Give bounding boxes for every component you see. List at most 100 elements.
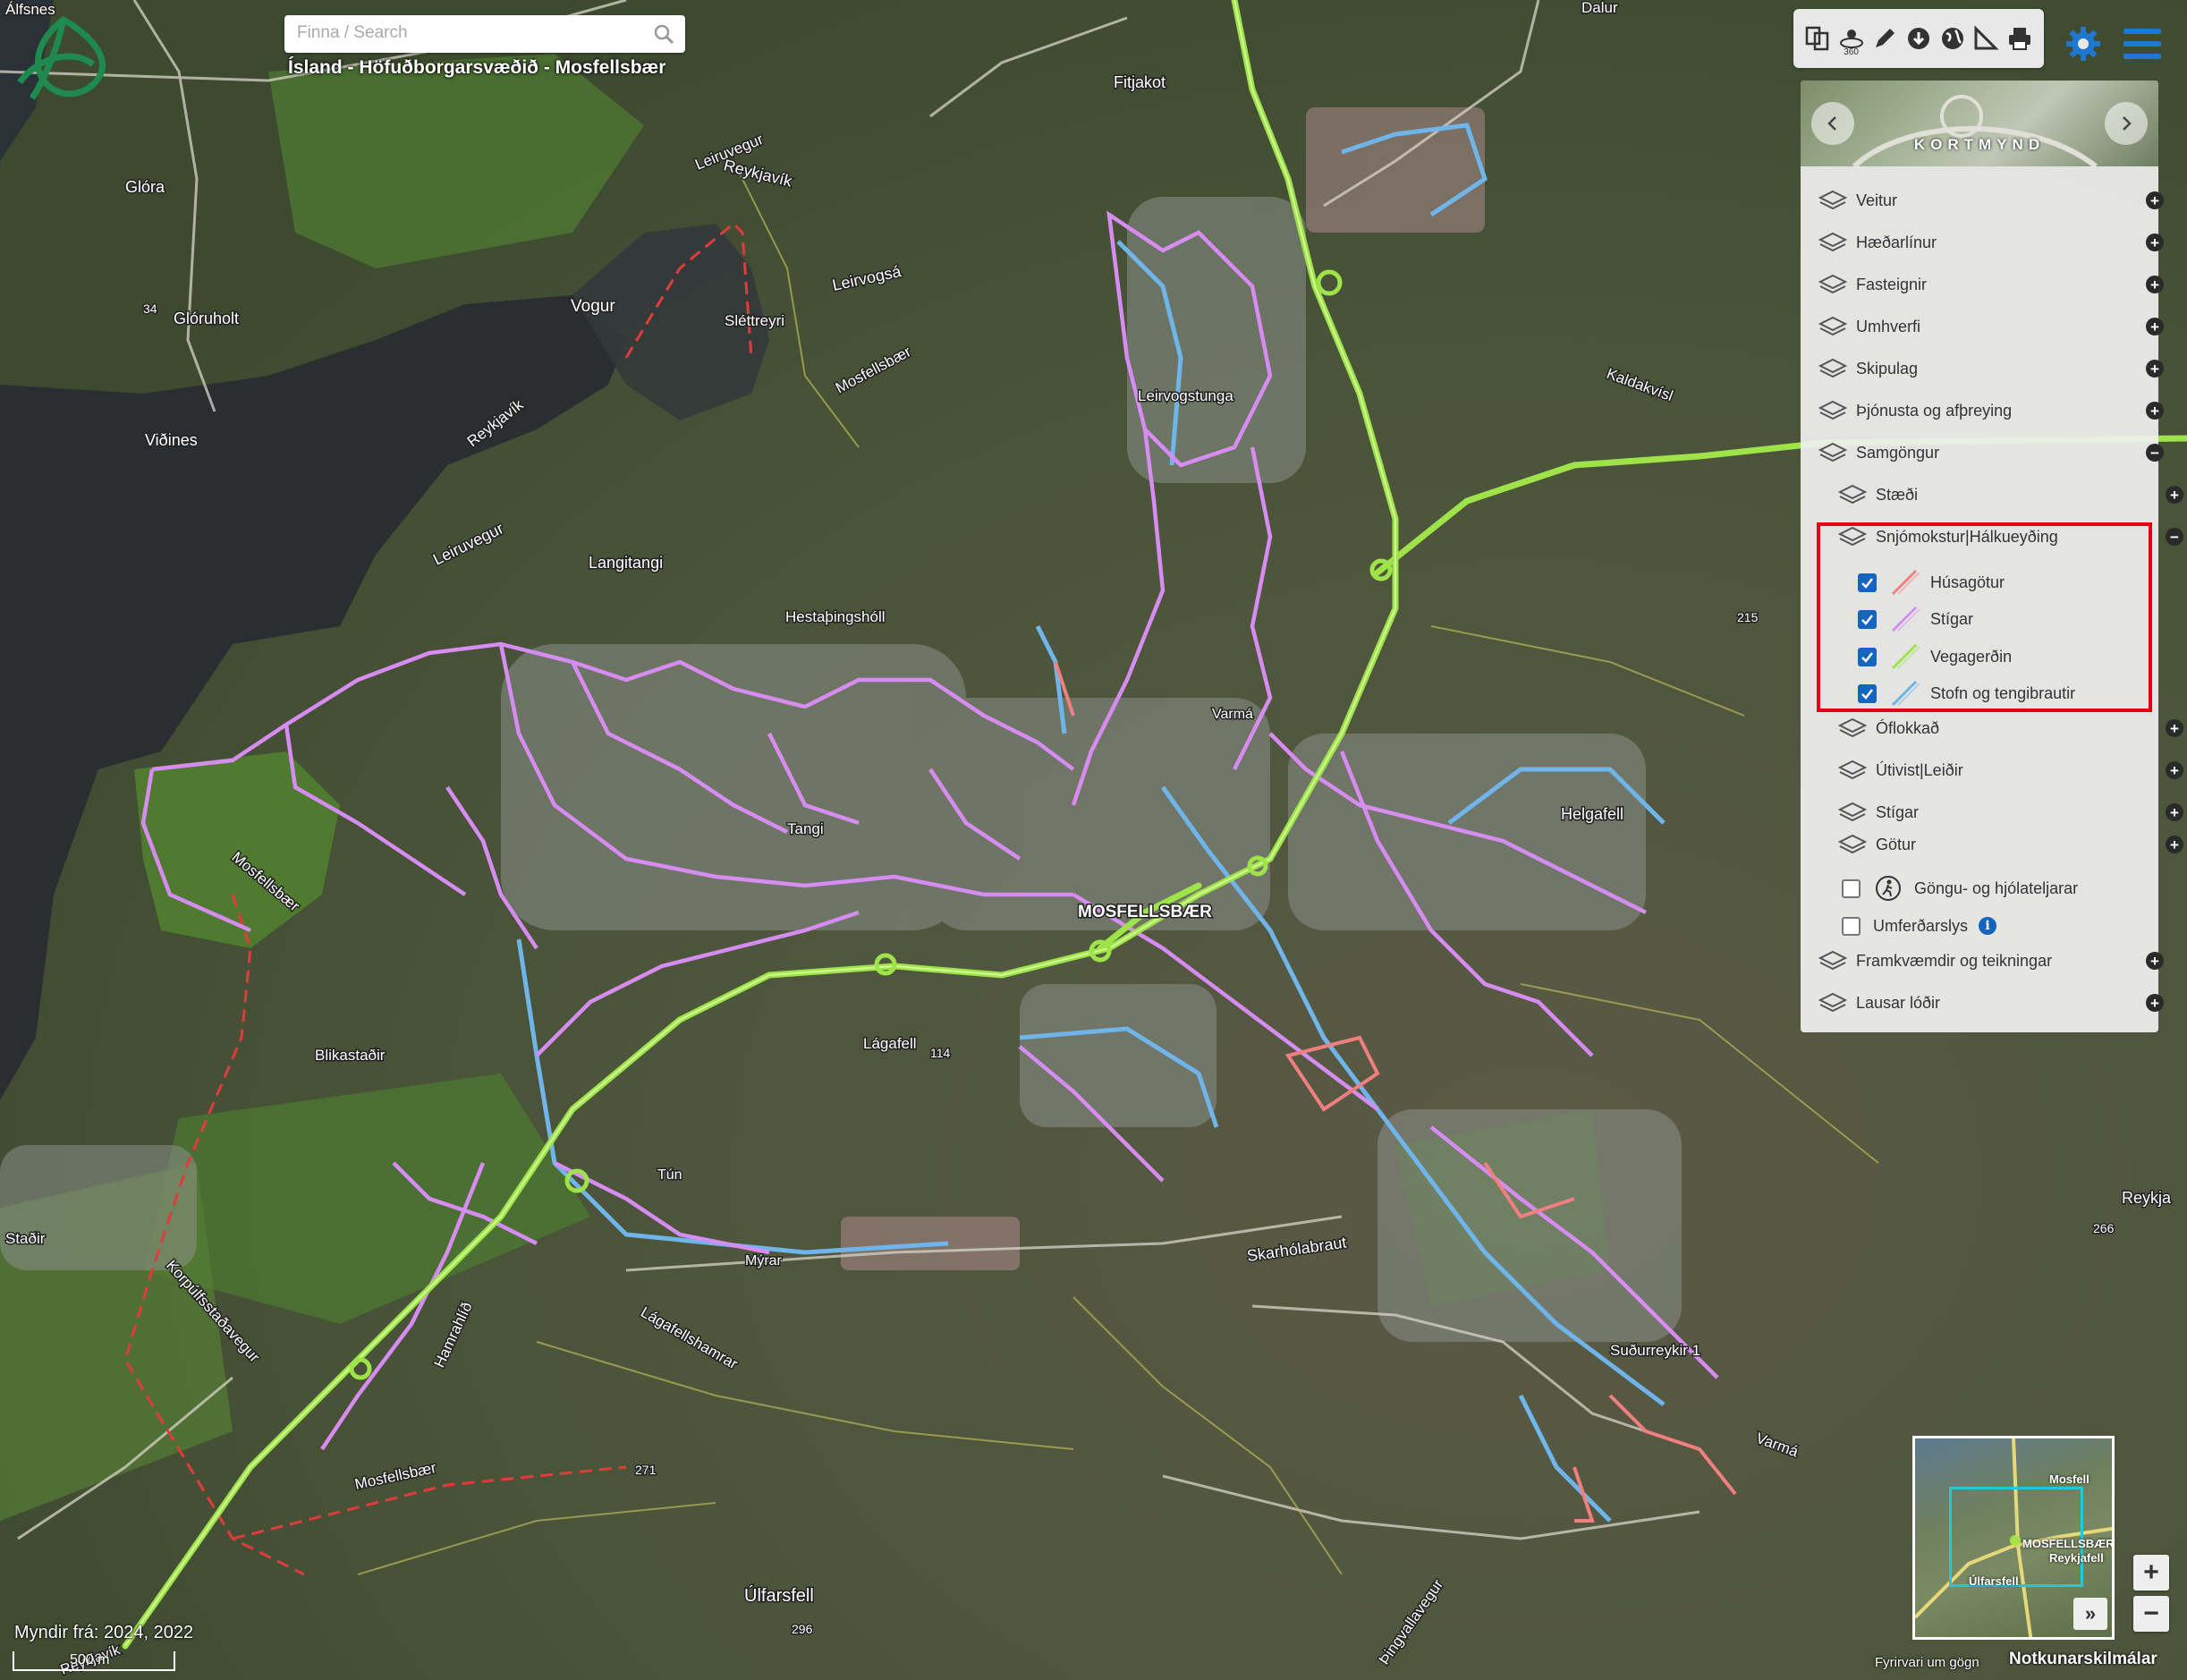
map-label: Hestaþingshóll [785,608,886,625]
hamburger-menu-icon[interactable] [2122,25,2163,63]
map-label: Tún [657,1167,682,1183]
elevation-label: 34 [143,301,157,316]
layer-framkvaemdir[interactable]: Framkvæmdir og teikningar + [1801,945,2176,977]
measure-icon [1974,25,1999,50]
expand-icon[interactable]: + [2166,836,2183,853]
minimap-label: Mosfell [2049,1472,2090,1486]
map-label: Helgafell [1561,805,1623,823]
elevation-label: 296 [792,1622,813,1636]
compare-button[interactable] [1802,21,1833,55]
layer-umferdarslys[interactable]: Umferðarslys i [1842,911,2146,941]
layers-icon [1818,316,1847,336]
expand-icon[interactable]: + [2166,719,2183,737]
layer-staedi[interactable]: Stæði + [1801,479,2187,511]
chevron-right-icon [2123,116,2132,131]
layer-utivist[interactable]: Útivist|Leiðir + [1801,754,2187,786]
360-view-button[interactable]: 360 [1836,21,1867,57]
layers-icon [1818,232,1847,252]
line-swatch-icon [1891,643,1920,670]
layer-haedarlinur[interactable]: Hæðarlínur + [1801,226,2176,259]
elevation-label: 215 [1737,610,1759,624]
expand-icon[interactable]: + [2146,318,2164,335]
terms-link[interactable]: Notkunarskilmálar [2009,1650,2157,1669]
checkbox[interactable] [1842,916,1861,936]
collapse-icon[interactable]: − [2146,444,2164,462]
layers-icon [1838,484,1867,505]
checkbox[interactable] [1858,573,1877,592]
draw-button[interactable] [1869,21,1900,55]
search-input[interactable] [284,15,649,51]
layers-icon [1838,759,1867,780]
map-label: Fitjakot [1114,73,1166,91]
layer-oflokkad[interactable]: Óflokkað + [1801,712,2187,744]
expand-icon[interactable]: + [2166,803,2183,821]
map-label: Varmá [1212,707,1253,722]
expand-icon[interactable]: + [2146,233,2164,251]
snow-layer-stigar[interactable]: Stígar [1858,604,2126,634]
map-label: Reykja [2122,1189,2172,1207]
layer-umhverfi[interactable]: Umhverfi + [1801,310,2176,343]
expand-icon[interactable]: + [2146,360,2164,378]
zoom-in-button[interactable]: + [2133,1555,2169,1591]
layer-snjomokstur[interactable]: Snjómokstur|Hálkueyðing − [1801,521,2187,553]
search-box[interactable] [284,15,685,53]
compare-icon [1805,26,1829,51]
layer-veitur[interactable]: Veitur + [1801,184,2176,216]
expand-icon[interactable]: + [2146,402,2164,420]
layer-skipulag[interactable]: Skipulag + [1801,352,2176,385]
map-label: Tangi [787,820,824,837]
layers-icon [1838,802,1867,822]
layer-gongu-teljarar[interactable]: Göngu- og hjólateljarar [1842,873,2146,904]
layer-fasteignir[interactable]: Fasteignir + [1801,268,2176,301]
layers-icon [1838,526,1867,547]
logo[interactable] [11,13,116,109]
pencil-icon [1876,29,1895,47]
snow-layer-stofn[interactable]: Stofn og tengibrautir [1858,678,2126,708]
map-label: Sléttreyri [725,312,784,329]
layers-icon [1818,190,1847,210]
search-icon[interactable] [653,23,674,45]
expand-icon[interactable]: + [2166,761,2183,779]
collapse-icon[interactable]: − [2166,528,2183,546]
layers-icon [1838,717,1867,738]
checkbox[interactable] [1858,647,1877,666]
imagery-date: Myndir frá: 2024, 2022 [14,1623,194,1642]
layer-lausar-lodir[interactable]: Lausar lóðir + [1801,987,2176,1019]
layer-samgongur[interactable]: Samgöngur − [1801,437,2176,469]
globe-icon [1941,28,1963,49]
snow-layer-husagotur[interactable]: Húsagötur [1858,567,2126,598]
elevation-label: 266 [2093,1221,2115,1235]
snow-layer-vegagerdin[interactable]: Vegagerðin [1858,641,2126,672]
download-icon [1907,28,1929,49]
expand-icon[interactable]: + [2166,486,2183,504]
map-label: MOSFELLSBÆR [1078,903,1212,921]
layer-gotur[interactable]: Götur + [1801,828,2187,861]
map-label: Mýrar [745,1253,783,1268]
zoom-out-button[interactable]: − [2133,1596,2169,1632]
disclaimer-link[interactable]: Fyrirvari um gögn [1875,1655,1979,1670]
checkbox[interactable] [1858,609,1877,629]
minimap-toggle-button[interactable]: » [2073,1598,2107,1630]
elevation-label: 114 [930,1046,951,1060]
info-icon[interactable]: i [1979,917,1997,935]
print-button[interactable] [2005,21,2035,55]
map-label: Suðurreykir 1 [1610,1342,1700,1359]
expand-icon[interactable]: + [2146,994,2164,1012]
layer-stigar[interactable]: Stígar + [1801,796,2187,828]
map-label: Úlfarsfell [744,1585,814,1606]
download-button[interactable] [1903,21,1934,55]
checkbox[interactable] [1858,683,1877,703]
measure-button[interactable] [1971,21,2001,55]
map-label: Glóra [125,178,165,196]
expand-icon[interactable]: + [2146,276,2164,293]
settings-gear-icon[interactable] [2064,25,2102,63]
scale-bar: 500 m [13,1651,175,1671]
basemap-switcher[interactable]: KORTMYND [1801,81,2158,166]
layers-icon [1818,274,1847,294]
layer-thjonusta[interactable]: Þjónusta og afþreying + [1801,395,2176,427]
expand-icon[interactable]: + [2146,191,2164,209]
checkbox[interactable] [1842,878,1861,898]
globe-button[interactable] [1937,21,1968,55]
layers-icon [1818,442,1847,462]
expand-icon[interactable]: + [2146,952,2164,970]
